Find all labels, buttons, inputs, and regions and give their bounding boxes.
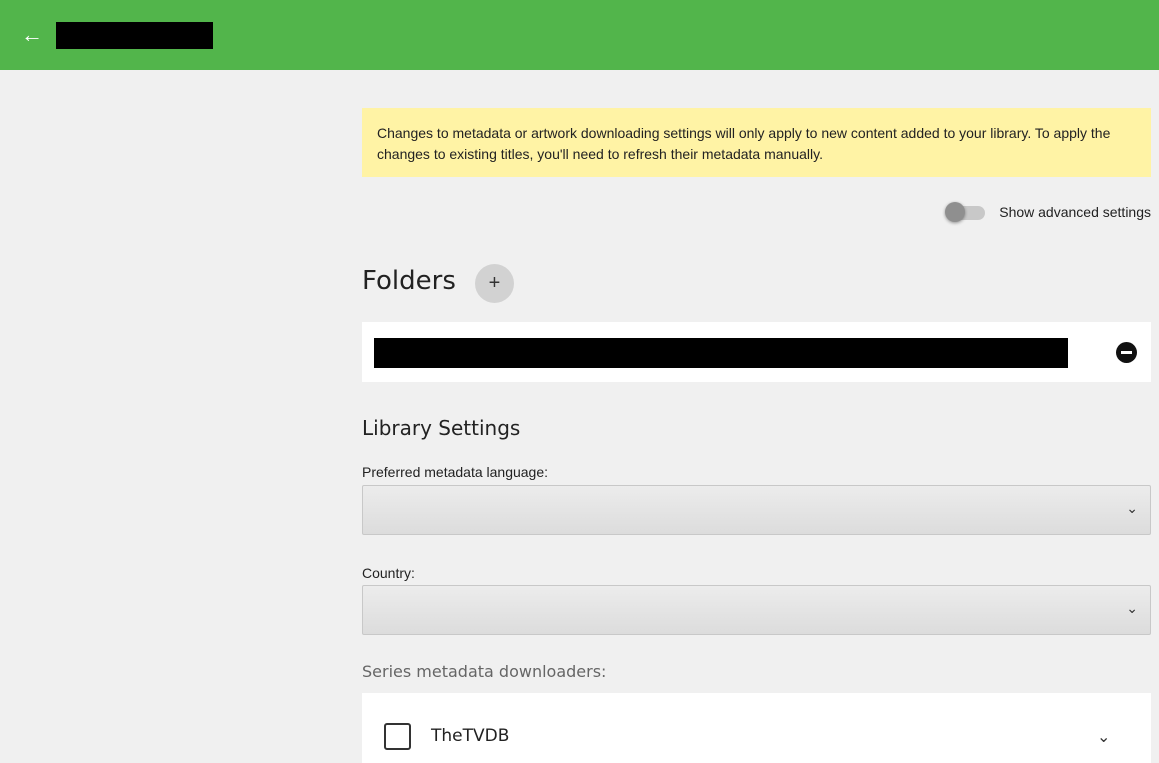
language-label: Preferred metadata language: bbox=[362, 464, 549, 480]
downloader-name: TheTVDB bbox=[431, 726, 510, 746]
remove-folder-icon[interactable] bbox=[1116, 342, 1137, 363]
language-select[interactable]: ⌄ bbox=[362, 485, 1151, 535]
app-header: ← bbox=[0, 0, 1159, 70]
library-settings-heading: Library Settings bbox=[362, 416, 521, 440]
chevron-down-icon: ⌄ bbox=[1126, 600, 1138, 616]
country-label: Country: bbox=[362, 565, 415, 581]
advanced-settings-toggle-row: Show advanced settings bbox=[945, 202, 1151, 222]
country-select[interactable]: ⌄ bbox=[362, 585, 1151, 635]
add-folder-button[interactable]: + bbox=[475, 264, 514, 303]
folder-row bbox=[362, 322, 1151, 382]
downloader-item: TheTVDB ⌄ bbox=[362, 693, 1151, 763]
series-downloaders-label: Series metadata downloaders: bbox=[362, 662, 607, 681]
folders-heading: Folders bbox=[362, 266, 456, 296]
downloader-checkbox[interactable] bbox=[384, 723, 411, 750]
metadata-notice: Changes to metadata or artwork downloadi… bbox=[362, 108, 1151, 177]
chevron-down-icon[interactable]: ⌄ bbox=[1097, 727, 1110, 747]
advanced-settings-toggle[interactable] bbox=[945, 202, 986, 222]
chevron-down-icon: ⌄ bbox=[1126, 500, 1138, 516]
back-button[interactable]: ← bbox=[18, 22, 46, 48]
redacted-folder-path bbox=[374, 338, 1068, 368]
redacted-title bbox=[56, 22, 213, 49]
advanced-settings-label: Show advanced settings bbox=[999, 204, 1151, 220]
arrow-left-icon: ← bbox=[21, 22, 43, 47]
